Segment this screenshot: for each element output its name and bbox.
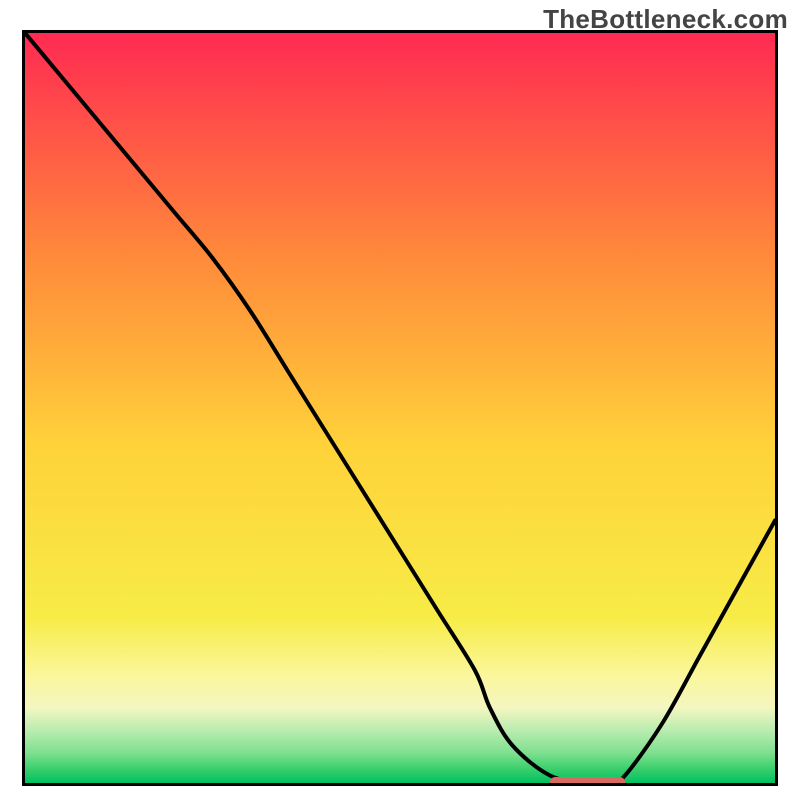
minimum-marker [550,777,625,786]
plot-area [22,30,778,786]
bottleneck-curve [25,33,775,783]
chart-frame: TheBottleneck.com [0,0,800,800]
bottleneck-curve-svg [25,33,775,783]
